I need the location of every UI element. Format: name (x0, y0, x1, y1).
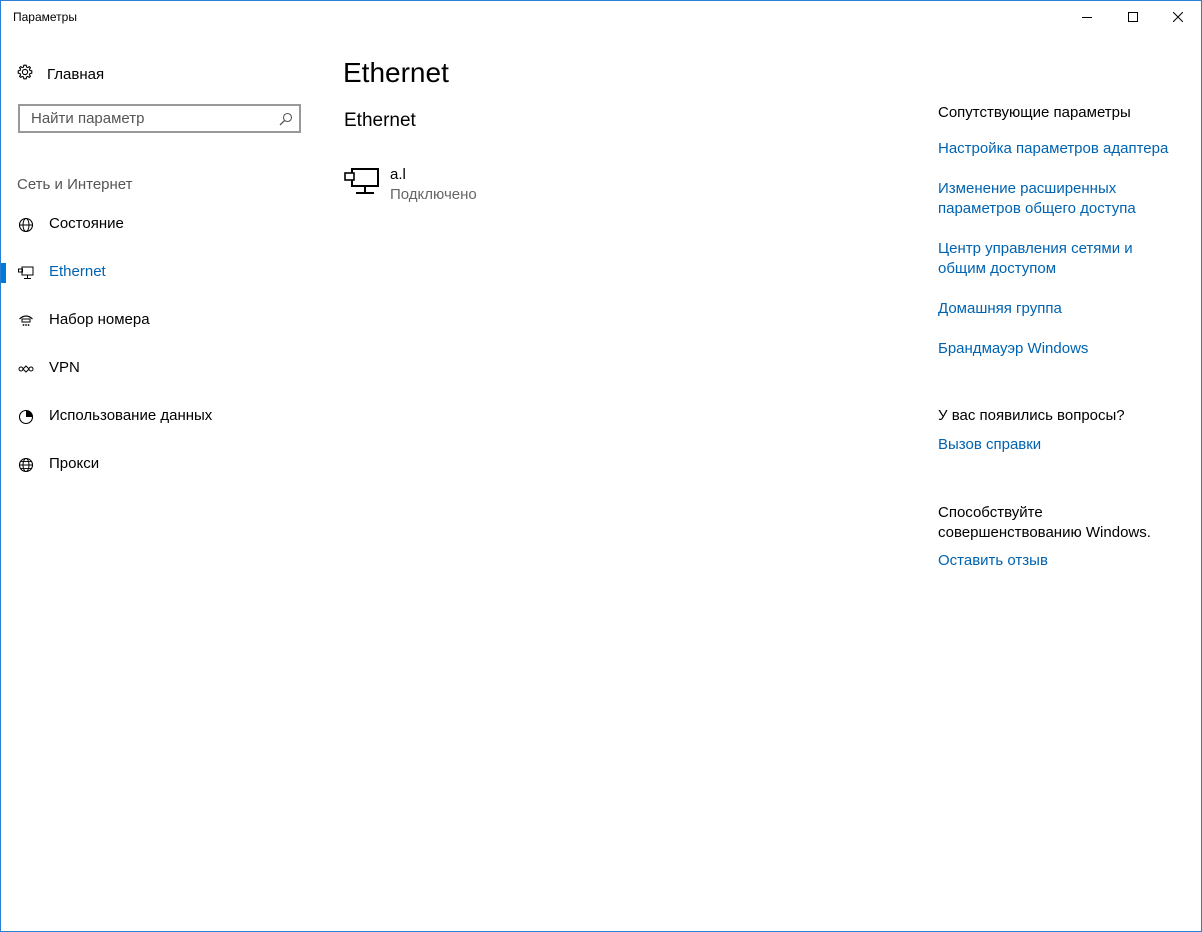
sidebar-item-label: VPN (49, 359, 80, 376)
advanced-sharing-link[interactable]: Изменение расширенных параметров общего … (938, 179, 1178, 219)
feedback-link[interactable]: Оставить отзыв (938, 551, 1178, 571)
close-icon (1173, 12, 1183, 22)
feedback-text: Способствуйте совершенствованию Windows. (938, 504, 1151, 541)
search-input[interactable] (29, 109, 273, 128)
sidebar-item-label: Использование данных (49, 407, 213, 424)
search-box[interactable] (18, 104, 301, 133)
ethernet-connection[interactable]: a.l Подключено (344, 164, 564, 208)
homegroup-link[interactable]: Домашняя группа (938, 299, 1178, 319)
section-title: Ethernet (344, 110, 416, 131)
connection-status: Подключено (390, 186, 477, 203)
maximize-button[interactable] (1110, 1, 1156, 33)
gear-icon (17, 64, 33, 85)
minimize-button[interactable] (1064, 1, 1110, 33)
nav-home-label: Главная (47, 65, 105, 83)
title-bar[interactable]: Параметры (1, 1, 1201, 33)
nav-section-title: Сеть и Интернет (17, 176, 133, 193)
sidebar-item-label: Набор номера (49, 311, 150, 328)
globe-status-icon (17, 217, 35, 233)
network-computer-icon (344, 166, 380, 201)
sidebar-item-ethernet[interactable]: Ethernet (1, 253, 321, 293)
sidebar-item-proxy[interactable]: Прокси (1, 445, 321, 485)
globe-icon (17, 457, 35, 473)
ethernet-icon (17, 265, 35, 281)
maximize-icon (1128, 12, 1138, 22)
sidebar-item-label: Состояние (49, 215, 124, 232)
sidebar-item-dialup[interactable]: Набор номера (1, 301, 321, 341)
data-usage-icon (17, 409, 35, 425)
windows-firewall-link[interactable]: Брандмауэр Windows (938, 339, 1178, 359)
window-title: Параметры (13, 10, 77, 24)
active-indicator (1, 263, 6, 283)
nav-home[interactable]: Главная (17, 61, 104, 87)
sidebar-item-data-usage[interactable]: Использование данных (1, 397, 321, 437)
get-help-link[interactable]: Вызов справки (938, 435, 1178, 455)
sidebar-item-label: Ethernet (49, 263, 106, 280)
minimize-icon (1082, 17, 1092, 18)
sidebar-item-status[interactable]: Состояние (1, 205, 321, 245)
close-button[interactable] (1155, 1, 1201, 33)
settings-window: Параметры Главная Сеть и Интернет (0, 0, 1202, 932)
sidebar-item-label: Прокси (49, 455, 100, 472)
adapter-settings-link[interactable]: Настройка параметров адаптера (938, 139, 1178, 159)
help-heading: У вас появились вопросы? (938, 407, 1125, 424)
related-settings-heading: Сопутствующие параметры (938, 104, 1131, 121)
vpn-icon (17, 361, 35, 377)
dialup-icon (17, 313, 35, 329)
sidebar-item-vpn[interactable]: VPN (1, 349, 321, 389)
connection-name: a.l (390, 166, 406, 183)
network-sharing-center-link[interactable]: Центр управления сетями и общим доступом (938, 239, 1178, 279)
search-icon[interactable] (279, 112, 293, 131)
page-title: Ethernet (343, 57, 449, 88)
